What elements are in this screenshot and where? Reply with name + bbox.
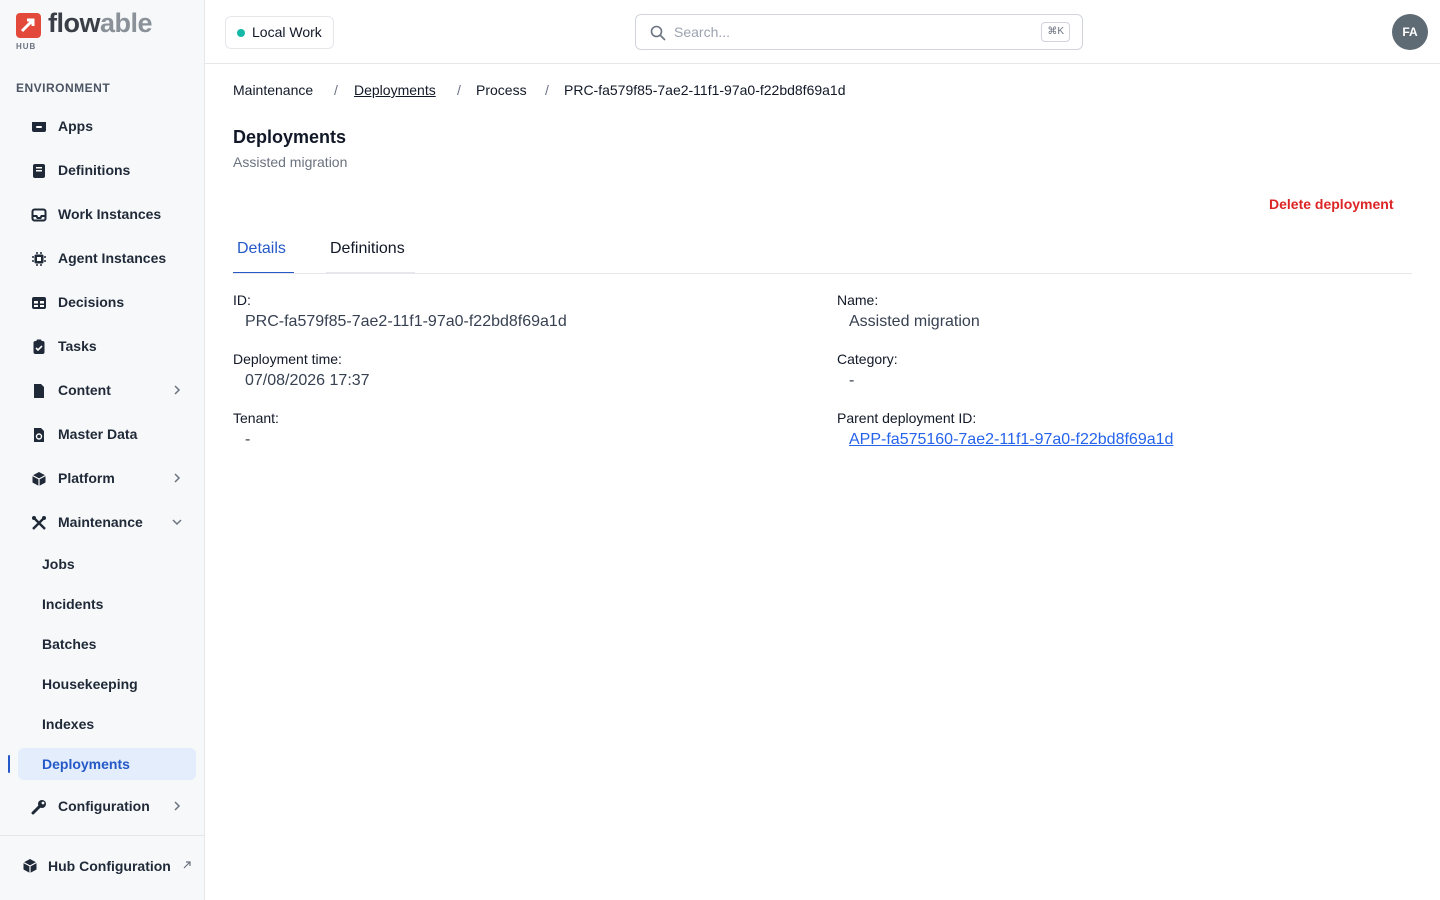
sidebar-item-label: Maintenance: [58, 514, 143, 530]
breadcrumb: Maintenance / Deployments / Process / PR…: [233, 82, 1133, 100]
sidebar-item-master-data[interactable]: Master Data: [18, 416, 196, 452]
sidebar-item-label: Configuration: [58, 798, 150, 814]
breadcrumb-process: Process: [476, 82, 527, 98]
search-input[interactable]: [674, 21, 1034, 43]
workspace-selector[interactable]: Local Work: [225, 16, 334, 49]
breadcrumb-separator: /: [457, 82, 461, 98]
workspace-label: Local Work: [252, 24, 322, 40]
active-indicator: [8, 755, 10, 773]
parent-deployment-link[interactable]: APP-fa575160-7ae2-11f1-97a0-f22bd8f69a1d: [849, 431, 1173, 449]
sidebar-item-label: Definitions: [58, 162, 131, 178]
page-title: Deployments: [233, 127, 347, 147]
logo-subtitle: HUB: [16, 42, 37, 51]
sidebar-item-label: Decisions: [58, 294, 125, 310]
sidebar-item-configuration[interactable]: Configuration: [18, 788, 196, 824]
breadcrumb-current: PRC-fa579f85-7ae2-11f1-97a0-f22bd8f69a1d: [564, 82, 846, 98]
hub-configuration-link[interactable]: Hub Configuration: [8, 848, 198, 884]
sidebar-item-content[interactable]: Content: [18, 372, 196, 408]
sidebar-subitem-label: Deployments: [42, 756, 130, 772]
tab-definitions[interactable]: Definitions: [326, 240, 415, 274]
user-avatar[interactable]: FA: [1392, 14, 1428, 50]
sidebar-item-platform[interactable]: Platform: [18, 460, 196, 496]
cube-icon: [32, 472, 46, 486]
sidebar-subitem-label: Jobs: [42, 556, 75, 572]
status-dot-icon: [237, 29, 245, 37]
sidebar-item-label: Agent Instances: [58, 250, 167, 266]
sidebar-item-label: Platform: [58, 470, 115, 486]
sidebar-item-agent-instances[interactable]: Agent Instances: [18, 240, 196, 276]
id-label: ID:: [233, 292, 251, 308]
name-value: Assisted migration: [849, 313, 980, 330]
sidebar-item-label: Work Instances: [58, 206, 162, 222]
sidebar-subitem-label: Indexes: [42, 716, 95, 732]
deployment-time-label: Deployment time:: [233, 351, 342, 367]
sidebar-item-decisions[interactable]: Decisions: [18, 284, 196, 320]
wrench-icon: [31, 800, 46, 815]
page-subtitle: Assisted migration: [233, 154, 348, 170]
document-icon: [34, 384, 44, 398]
parent-deployment-label: Parent deployment ID:: [837, 410, 977, 426]
tools-icon: [32, 516, 46, 530]
sidebar-subitem-label: Batches: [42, 636, 97, 652]
hub-configuration-label: Hub Configuration: [48, 858, 171, 874]
chevron-right-icon: [174, 473, 181, 483]
sidebar-subitem-label: Incidents: [42, 596, 104, 612]
category-label: Category:: [837, 351, 898, 367]
chip-icon: [32, 252, 46, 266]
category-value: -: [849, 372, 855, 389]
global-search[interactable]: ⌘K: [635, 14, 1083, 50]
external-link-icon: [183, 861, 191, 869]
sidebar-subitem-incidents[interactable]: Incidents: [18, 588, 196, 620]
sidebar-subitem-jobs[interactable]: Jobs: [18, 548, 196, 580]
sidebar: flowable HUB ENVIRONMENT Apps Definition…: [0, 0, 205, 900]
clipboard-check-icon: [33, 339, 45, 354]
search-icon: [650, 25, 666, 41]
sidebar-subitem-label: Housekeeping: [42, 676, 138, 692]
logo-word-part2: able: [100, 8, 153, 38]
cube-icon: [23, 859, 37, 873]
environment-section-label: ENVIRONMENT: [16, 81, 111, 95]
sidebar-item-label: Apps: [58, 118, 93, 134]
book-icon: [33, 164, 45, 178]
sidebar-item-maintenance[interactable]: Maintenance: [18, 504, 196, 540]
sidebar-divider: [0, 835, 205, 836]
id-value: PRC-fa579f85-7ae2-11f1-97a0-f22bd8f69a1d: [245, 313, 567, 330]
sidebar-item-work-instances[interactable]: Work Instances: [18, 196, 196, 232]
sidebar-item-tasks[interactable]: Tasks: [18, 328, 196, 364]
tenant-value: -: [245, 431, 251, 448]
sidebar-subitem-housekeeping[interactable]: Housekeeping: [18, 668, 196, 700]
sidebar-subitem-deployments[interactable]: Deployments: [18, 748, 196, 780]
chevron-down-icon: [172, 519, 182, 526]
inbox-icon: [31, 208, 47, 222]
deployment-time-value: 07/08/2026 17:37: [245, 372, 370, 389]
sidebar-subitem-indexes[interactable]: Indexes: [18, 708, 196, 740]
flowable-logo-icon: [16, 13, 41, 38]
box-icon: [32, 122, 46, 132]
breadcrumb-maintenance[interactable]: Maintenance: [233, 82, 313, 98]
data-file-icon: [34, 428, 44, 442]
sidebar-item-apps[interactable]: Apps: [18, 108, 196, 144]
tabs-divider: [233, 273, 1412, 274]
sidebar-item-definitions[interactable]: Definitions: [18, 152, 196, 188]
logo-word-part1: flow: [48, 8, 101, 38]
delete-deployment-button[interactable]: Delete deployment: [1262, 196, 1400, 212]
table-icon: [32, 297, 46, 309]
top-bar: Local Work ⌘K FA: [205, 0, 1440, 64]
breadcrumb-separator: /: [545, 82, 549, 98]
tab-details[interactable]: Details: [233, 240, 294, 274]
name-label: Name:: [837, 292, 879, 308]
sidebar-item-label: Master Data: [58, 426, 138, 442]
flowable-logo[interactable]: flowable HUB: [16, 8, 196, 53]
sidebar-item-label: Tasks: [58, 338, 97, 354]
tenant-label: Tenant:: [233, 410, 279, 426]
logo-wordmark: flowable: [48, 8, 153, 39]
sidebar-subitem-batches[interactable]: Batches: [18, 628, 196, 660]
sidebar-item-label: Content: [58, 382, 111, 398]
chevron-right-icon: [174, 801, 181, 811]
breadcrumb-separator: /: [334, 82, 338, 98]
search-shortcut-hint: ⌘K: [1041, 22, 1070, 42]
chevron-right-icon: [174, 385, 181, 395]
breadcrumb-deployments-link[interactable]: Deployments: [354, 82, 436, 98]
